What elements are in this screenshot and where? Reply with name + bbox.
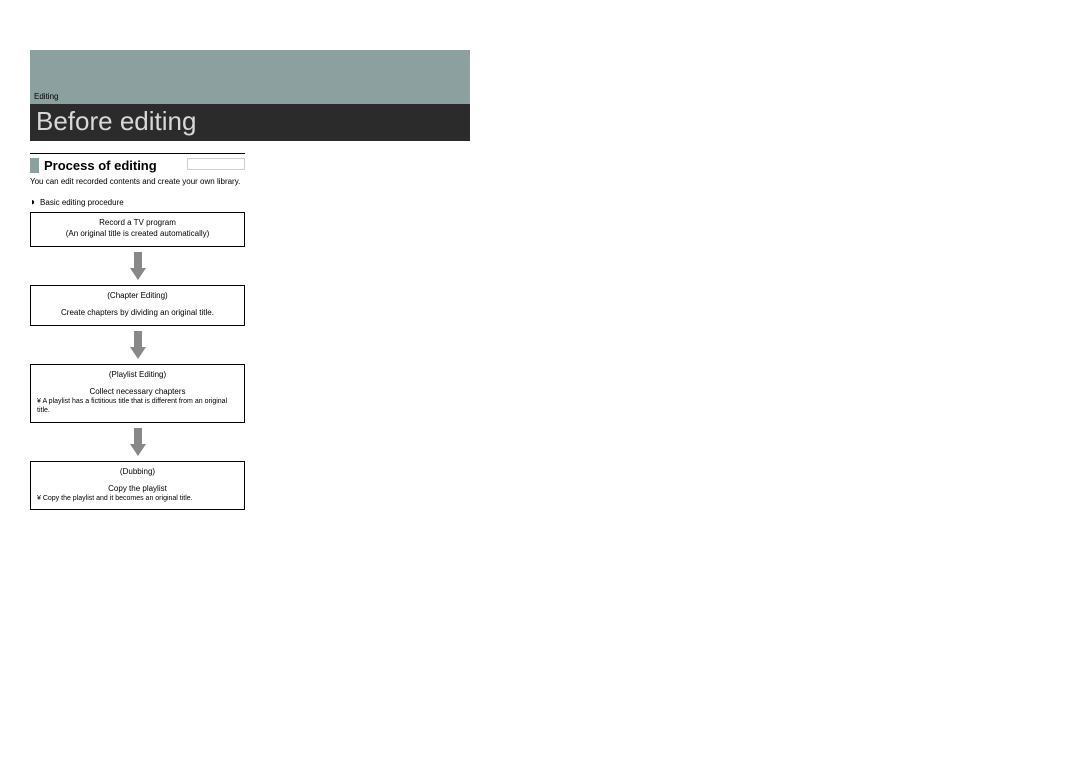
step-note: ¥ A playlist has a fictitious title that… (37, 398, 238, 416)
title-right-box (187, 158, 245, 170)
section-title: Process of editing (44, 158, 187, 173)
step-main: Collect necessary chapters (37, 387, 238, 396)
page-title-band: Before editing (30, 104, 470, 141)
step-box-playlist: (Playlist Editing) Collect necessary cha… (30, 364, 245, 423)
step-main: Copy the playlist (37, 484, 238, 493)
section-header: Process of editing (30, 153, 245, 173)
step-box-chapter: (Chapter Editing) Create chapters by div… (30, 285, 245, 326)
section-intro: You can edit recorded contents and creat… (30, 177, 245, 187)
top-color-bar (30, 50, 470, 90)
bullet-icon: ◗ (30, 197, 36, 208)
section-label: Editing (34, 92, 58, 101)
step-box-dubbing: (Dubbing) Copy the playlist ¥ Copy the p… (30, 461, 245, 511)
step-label: (Chapter Editing) (37, 291, 238, 300)
subhead-text: Basic editing procedure (40, 198, 124, 207)
step-label: (Playlist Editing) (37, 370, 238, 379)
process-section: Process of editing You can edit recorded… (30, 153, 245, 510)
arrow-down-icon (30, 326, 245, 364)
section-accent-bar (30, 158, 39, 173)
step-note-center: (An original title is created automatica… (37, 229, 238, 238)
step-main: Record a TV program (37, 218, 238, 227)
step-label: (Dubbing) (37, 467, 238, 476)
manual-page: Editing Before editing Process of editin… (30, 50, 470, 510)
section-label-band: Editing (30, 90, 470, 104)
arrow-down-icon (30, 423, 245, 461)
subheading: ◗ Basic editing procedure (30, 197, 245, 208)
arrow-down-icon (30, 247, 245, 285)
step-box-record: Record a TV program (An original title i… (30, 212, 245, 247)
step-note: ¥ Copy the playlist and it becomes an or… (37, 495, 238, 504)
page-title: Before editing (36, 106, 196, 136)
step-main: Create chapters by dividing an original … (37, 308, 238, 317)
